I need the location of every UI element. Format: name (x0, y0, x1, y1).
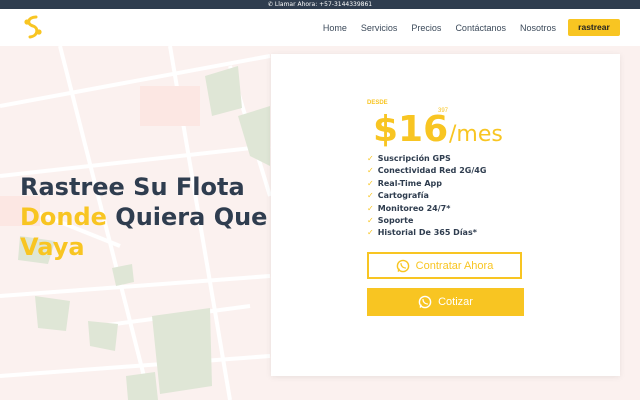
nav-home[interactable]: Home (323, 23, 347, 33)
list-item: ✓ Historial De 365 Días* (367, 227, 486, 239)
feature-list: ✓ Suscripción GPS ✓ Conectividad Red 2G/4G… (367, 153, 486, 240)
cotizar-label: Cotizar (438, 296, 473, 308)
list-item: ✓ Suscripción GPS (367, 153, 486, 165)
check-icon: ✓ (367, 191, 374, 201)
hero-line-3: Vaya (20, 233, 85, 261)
feature-label: Cartografía (377, 191, 429, 201)
main-menu: Home Servicios Precios Contáctanos Nosot… (309, 9, 556, 46)
list-item: ✓ Soporte (367, 215, 486, 227)
top-bar: ✆ Llamar Ahora: +57-3144339861 (0, 0, 640, 9)
nav-contactanos[interactable]: Contáctanos (455, 23, 506, 33)
check-icon: ✓ (367, 216, 374, 226)
phone-icon: ✆ (267, 1, 273, 8)
contratar-ahora-button[interactable]: Contratar Ahora (367, 252, 522, 279)
hero-accent-word: Donde (20, 203, 107, 231)
nav-servicios[interactable]: Servicios (361, 23, 398, 33)
nav-precios[interactable]: Precios (411, 23, 441, 33)
hero-line-2-rest: Quiera Que (106, 203, 268, 231)
whatsapp-icon (418, 295, 432, 309)
logo-icon[interactable] (22, 15, 44, 39)
check-icon: ✓ (367, 178, 374, 188)
check-icon: ✓ (367, 228, 374, 238)
list-item: ✓ Cartografía (367, 190, 486, 202)
list-item: ✓ Real-Time App (367, 178, 486, 190)
hero-line-1: Rastree Su Flota (20, 173, 245, 201)
feature-label: Soporte (377, 216, 414, 226)
whatsapp-icon (396, 259, 409, 272)
nav-nosotros[interactable]: Nosotros (520, 23, 556, 33)
feature-label: Conectividad Red 2G/4G (377, 166, 487, 176)
list-item: ✓ Monitoreo 24/7* (367, 203, 486, 215)
call-now-text[interactable]: Llamar Ahora: +57-3144339861 (275, 1, 372, 8)
price-period: /mes (449, 122, 503, 147)
hero-line-2: Donde Quiera Que (20, 202, 267, 232)
rastrear-button[interactable]: rastrear (568, 19, 620, 36)
contratar-ahora-label: Contratar Ahora (415, 259, 494, 272)
list-item: ✓ Conectividad Red 2G/4G (367, 165, 486, 177)
price-value: $16 (373, 109, 449, 150)
desde-label: DESDE (367, 100, 388, 106)
feature-label: Historial De 365 Días* (377, 228, 477, 238)
hero-heading: Rastree Su Flota Donde Quiera Que Vaya (20, 172, 267, 262)
navbar: Home Servicios Precios Contáctanos Nosot… (0, 9, 640, 46)
check-icon: ✓ (367, 203, 374, 213)
check-icon: ✓ (367, 166, 374, 176)
feature-label: Real-Time App (377, 178, 442, 188)
feature-label: Suscripción GPS (377, 154, 451, 163)
cotizar-button[interactable]: Cotizar (367, 288, 524, 316)
check-icon: ✓ (367, 154, 374, 163)
feature-label: Monitoreo 24/7* (377, 203, 451, 213)
